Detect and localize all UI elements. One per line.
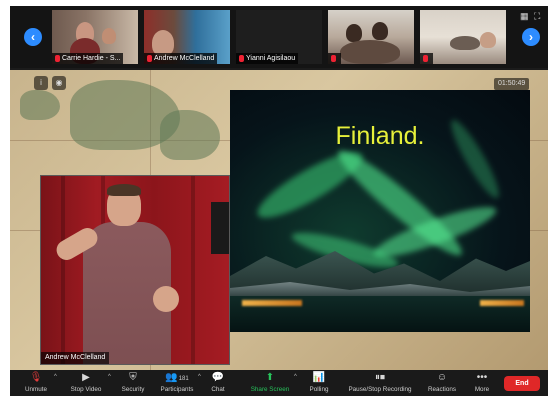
curtain-fold <box>61 176 65 364</box>
participant-name: Carrie Hardie - S... <box>52 53 124 64</box>
people-icon: 👥181 <box>165 372 189 383</box>
security-button[interactable]: ⛨ Security <box>114 372 152 393</box>
participant-name: Andrew McClelland <box>144 53 218 64</box>
participants-count: 181 <box>178 376 189 382</box>
share-screen-button[interactable]: ⬆ Share Screen <box>246 372 294 393</box>
shared-screen: i ◉ 01:50:49 Finland. Andrew McClelland <box>10 70 548 372</box>
participant-tile[interactable]: Yianni Agisilaou <box>236 10 322 64</box>
ellipsis-icon: ••• <box>476 372 488 383</box>
chat-button[interactable]: 💬 Chat <box>206 372 230 393</box>
chevron-up-icon[interactable]: ^ <box>294 374 297 380</box>
pause-stop-icon: ⏸⏹ <box>375 372 385 383</box>
curtain-fold <box>191 176 195 364</box>
mic-muted-icon <box>55 55 60 62</box>
participant-tile[interactable]: Andrew McClelland <box>144 10 230 64</box>
tv-screen <box>211 202 229 254</box>
mic-muted-icon <box>423 55 428 62</box>
mic-muted-icon <box>331 55 336 62</box>
shield-icon: ⛨ <box>129 372 137 383</box>
chevron-up-icon[interactable]: ^ <box>198 374 201 380</box>
map-land <box>20 90 60 120</box>
participant-strip: ‹ Carrie Hardie - S... Andrew McClelland… <box>10 6 548 68</box>
chevron-up-icon[interactable]: ^ <box>54 374 57 380</box>
participant-name: Yianni Agisilaou <box>236 53 299 64</box>
participant-name <box>328 53 341 64</box>
participants-button[interactable]: 👥181 Participants <box>156 372 198 393</box>
info-icon[interactable]: i <box>34 76 48 90</box>
fullscreen-icon[interactable]: ⛶ <box>534 11 540 22</box>
chevron-right-icon[interactable]: › <box>522 28 540 46</box>
slide: Finland. <box>230 90 530 332</box>
participant-tile[interactable] <box>420 10 506 64</box>
bar-chart-icon: 📊 <box>312 372 326 383</box>
polling-button[interactable]: 📊 Polling <box>302 372 336 393</box>
participant-name <box>420 53 433 64</box>
stop-video-button[interactable]: ▶ Stop Video <box>64 372 108 393</box>
video-camera-icon: ▶ <box>82 372 90 383</box>
town-lights <box>242 300 302 306</box>
shield-check-icon[interactable]: ◉ <box>52 76 66 90</box>
chevron-left-icon[interactable]: ‹ <box>24 28 42 46</box>
presenter-hair <box>107 184 141 196</box>
participant-tile[interactable]: Carrie Hardie - S... <box>52 10 138 64</box>
zoom-window: ‹ Carrie Hardie - S... Andrew McClelland… <box>10 6 548 396</box>
presenter-video[interactable]: Andrew McClelland <box>40 175 230 365</box>
mic-muted-icon <box>147 55 152 62</box>
unmute-button[interactable]: 🎙 Unmute <box>18 372 54 393</box>
presenter-hand <box>153 286 179 312</box>
end-button[interactable]: End <box>504 376 540 391</box>
share-screen-icon: ⬆ <box>265 372 275 383</box>
reactions-button[interactable]: ☺ Reactions <box>424 372 460 393</box>
town-lights <box>480 300 524 306</box>
meeting-timer: 01:50:49 <box>494 78 530 90</box>
slide-title: Finland. <box>335 122 425 150</box>
chat-bubble-icon: 💬 <box>211 372 225 383</box>
map-land <box>160 110 220 160</box>
grid-view-icon[interactable]: ▦ <box>520 11 529 22</box>
mic-muted-icon <box>239 55 244 62</box>
chevron-up-icon[interactable]: ^ <box>108 374 111 380</box>
presenter-name: Andrew McClelland <box>41 352 110 364</box>
more-button[interactable]: ••• More <box>470 372 494 393</box>
emoji-icon: ☺ <box>436 372 448 383</box>
participant-tile[interactable] <box>328 10 414 64</box>
mic-muted-icon: 🎙 <box>29 372 43 383</box>
meeting-toolbar: 🎙 Unmute ^ ▶ Stop Video ^ ⛨ Security 👥18… <box>10 370 548 396</box>
pause-stop-recording-button[interactable]: ⏸⏹ Pause/Stop Recording <box>344 372 416 393</box>
